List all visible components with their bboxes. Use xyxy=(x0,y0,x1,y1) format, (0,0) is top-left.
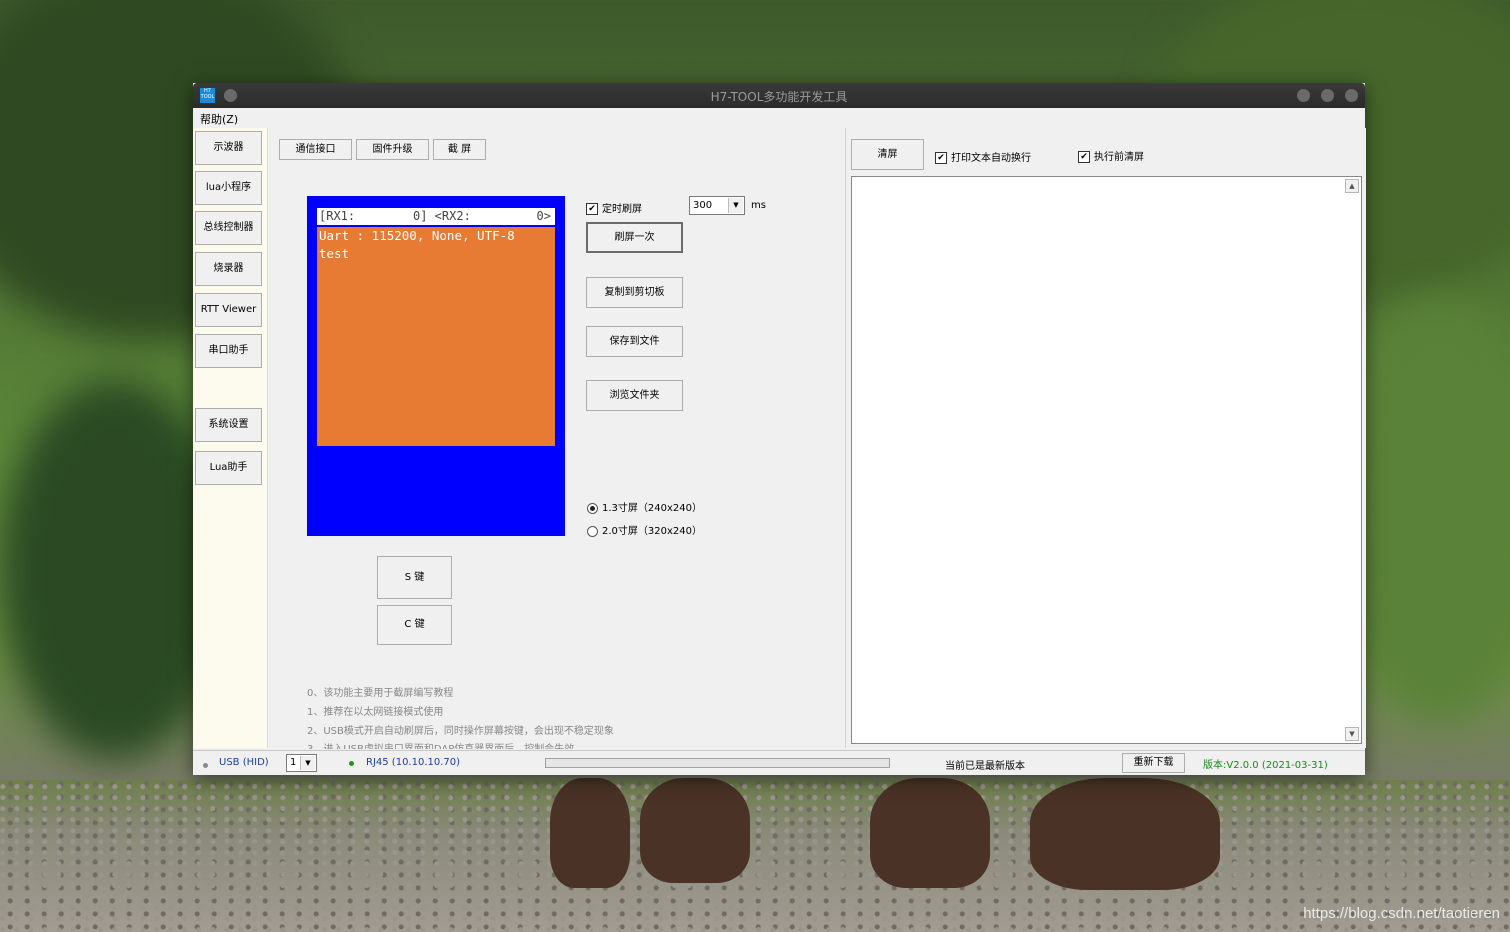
sidebar-item-oscilloscope[interactable]: 示波器 xyxy=(195,131,262,165)
sidebar-item-programmer[interactable]: 烧录器 xyxy=(195,252,262,286)
sidebar-item-system-settings[interactable]: 系统设置 xyxy=(195,408,262,442)
screen-size-option-2-0[interactable]: 2.0寸屏（320x240） xyxy=(587,522,702,537)
word-wrap-checkbox[interactable]: ✔ 打印文本自动换行 xyxy=(935,149,1031,164)
sidebar-item-serial-assistant[interactable]: 串口助手 xyxy=(195,334,262,368)
background-gravel xyxy=(0,780,1510,932)
clear-screen-button[interactable]: 清屏 xyxy=(851,139,924,170)
checkmark-icon: ✔ xyxy=(586,203,598,215)
clear-before-run-label: 执行前清屏 xyxy=(1094,152,1144,163)
lcd-line: test xyxy=(319,246,350,261)
background-animal-leg xyxy=(640,778,750,883)
note-line: 2、USB模式开启自动刷屏后，同时操作屏幕按键，会出现不稳定现象 xyxy=(307,726,614,737)
checkmark-icon: ✔ xyxy=(935,152,947,164)
status-bar: USB (HID) 1 ▼ RJ45 (10.10.10.70) 当前已是最新版… xyxy=(193,750,1365,775)
watermark: https://blog.csdn.net/taotieren xyxy=(1303,905,1500,922)
radio-empty-icon xyxy=(587,525,598,537)
word-wrap-label: 打印文本自动换行 xyxy=(951,153,1031,164)
redownload-button[interactable]: 重新下载 xyxy=(1122,753,1185,773)
clear-before-run-checkbox[interactable]: ✔ 执行前清屏 xyxy=(1078,148,1144,163)
chevron-down-icon[interactable]: ▼ xyxy=(728,198,743,213)
usb-status-icon xyxy=(203,763,208,768)
app-window: H7 TOOL H7-TOOL多功能开发工具 帮助(Z) 示波器 lua小程序 总… xyxy=(193,83,1366,775)
auto-refresh-label: 定时刷屏 xyxy=(602,204,642,215)
note-line: 1、推荐在以太网链接模式使用 xyxy=(307,707,444,718)
output-textarea[interactable]: ▲ ▼ xyxy=(851,176,1362,744)
usb-device-value: 1 xyxy=(290,757,297,768)
tab-screenshot[interactable]: 截 屏 xyxy=(433,139,486,160)
background-animal-leg xyxy=(870,778,990,888)
save-file-button[interactable]: 保存到文件 xyxy=(586,326,683,357)
radio-selected-icon xyxy=(587,502,598,514)
usb-device-select[interactable]: 1 ▼ xyxy=(286,754,317,772)
maximize-button[interactable] xyxy=(1321,89,1334,102)
title-bar[interactable]: H7 TOOL H7-TOOL多功能开发工具 xyxy=(193,83,1365,108)
background-animal-leg xyxy=(550,778,630,888)
refresh-once-button[interactable]: 刷屏一次 xyxy=(586,222,683,253)
tab-firmware-upgrade[interactable]: 固件升级 xyxy=(356,139,429,160)
version-label: 版本:V2.0.0 (2021-03-31) xyxy=(1203,760,1328,771)
background-animal-leg xyxy=(1030,778,1220,890)
sidebar-item-bus-controller[interactable]: 总线控制器 xyxy=(195,211,262,245)
sidebar-item-lua-program[interactable]: lua小程序 xyxy=(195,171,262,205)
auto-refresh-checkbox[interactable]: ✔ 定时刷屏 xyxy=(586,200,642,215)
screen-size-label: 1.3寸屏（240x240） xyxy=(602,503,702,514)
note-line: 3、进入USB虚拟串口界面和DAP仿真器界面后，控制会失效 xyxy=(307,740,574,749)
menu-help[interactable]: 帮助(Z) xyxy=(200,111,238,127)
refresh-interval-select[interactable]: 300 ▼ xyxy=(689,196,745,215)
close-button[interactable] xyxy=(1345,89,1358,102)
vertical-scrollbar[interactable]: ▲ ▼ xyxy=(1345,179,1359,741)
scroll-down-icon[interactable]: ▼ xyxy=(1345,727,1359,741)
menu-bar: 帮助(Z) xyxy=(193,108,1365,128)
minimize-button[interactable] xyxy=(1297,89,1310,102)
chevron-down-icon[interactable]: ▼ xyxy=(300,756,315,770)
s-key-button[interactable]: S 键 xyxy=(377,556,452,599)
lcd-rx2-value: 0> xyxy=(536,209,551,223)
lcd-rx1-label: [RX1: xyxy=(319,209,356,223)
lcd-rx2-label: 0] <RX2: xyxy=(413,209,471,223)
rj45-connection-label[interactable]: RJ45 (10.10.10.70) xyxy=(366,757,460,768)
checkmark-icon: ✔ xyxy=(1078,151,1090,163)
lcd-screen: Uart : 115200, None, UTF-8 test xyxy=(317,227,555,446)
note-line: 0、该功能主要用于截屏编写教程 xyxy=(307,688,454,699)
browse-folder-button[interactable]: 浏览文件夹 xyxy=(586,380,683,411)
usb-connection-label[interactable]: USB (HID) xyxy=(219,757,269,768)
sidebar-item-lua-assistant[interactable]: Lua助手 xyxy=(195,451,262,485)
tab-communication[interactable]: 通信接口 xyxy=(279,139,352,160)
lcd-status-bar: [RX1: 0] <RX2: 0> xyxy=(317,208,555,225)
screen-size-option-1-3[interactable]: 1.3寸屏（240x240） xyxy=(587,499,702,514)
sidebar-item-rtt-viewer[interactable]: RTT Viewer xyxy=(195,293,262,327)
refresh-interval-value: 300 xyxy=(693,200,713,211)
screen-size-label: 2.0寸屏（320x240） xyxy=(602,526,702,537)
lcd-line: Uart : 115200, None, UTF-8 xyxy=(319,228,515,243)
copy-clipboard-button[interactable]: 复制到剪切板 xyxy=(586,277,683,308)
window-title: H7-TOOL多功能开发工具 xyxy=(710,90,848,104)
scroll-up-icon[interactable]: ▲ xyxy=(1345,179,1359,193)
download-progress-bar xyxy=(545,758,890,768)
update-status: 当前已是最新版本 xyxy=(945,761,1025,772)
c-key-button[interactable]: C 键 xyxy=(377,605,452,645)
sidebar: 示波器 lua小程序 总线控制器 烧录器 RTT Viewer 串口助手 系统设… xyxy=(193,128,268,748)
rj45-status-icon xyxy=(349,761,354,766)
interval-unit: ms xyxy=(751,200,766,211)
